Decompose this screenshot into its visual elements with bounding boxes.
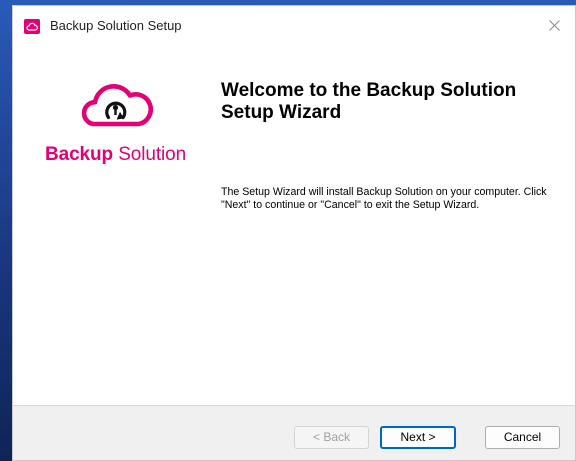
setup-wizard-window: Backup Solution Setup Backup Solution We… [12,5,576,461]
close-button[interactable] [535,6,575,46]
close-icon [549,20,560,31]
brand-light-word: Solution [118,144,187,165]
brand-wordmark: Backup Solution [45,144,186,166]
welcome-heading: Welcome to the Backup Solution Setup Wiz… [221,80,517,123]
title-bar[interactable]: Backup Solution Setup [13,6,575,46]
window-title: Backup Solution Setup [50,18,182,33]
cloud-restore-icon [81,84,153,127]
next-button[interactable]: Next > [380,426,456,449]
back-button[interactable]: < Back [294,426,369,449]
button-bar: < Back Next > Cancel [13,405,575,460]
welcome-description: The Setup Wizard will install Backup Sol… [221,186,547,211]
cancel-button[interactable]: Cancel [485,426,560,449]
brand-bold-word: Backup [45,144,114,165]
cloud-backup-icon [24,19,40,34]
